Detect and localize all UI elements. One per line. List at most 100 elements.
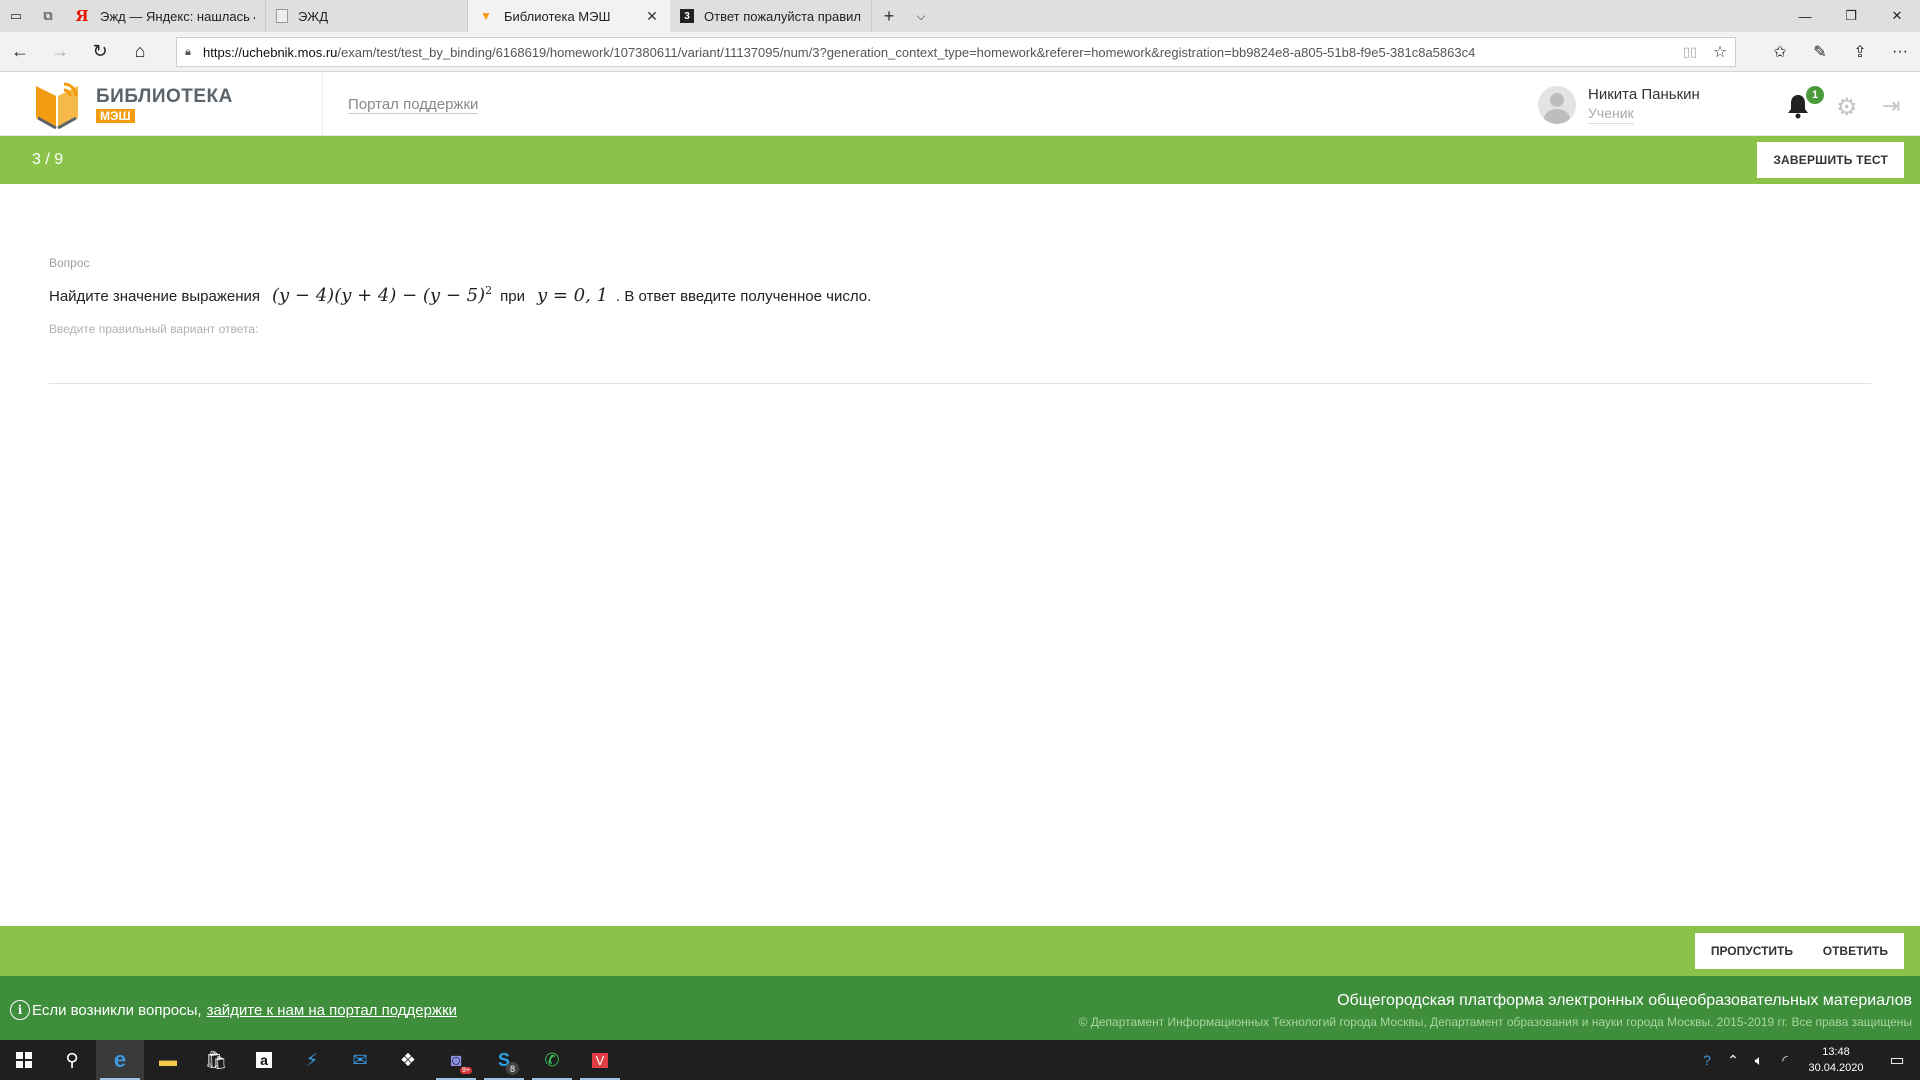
- amazon-icon[interactable]: a: [240, 1040, 288, 1080]
- question-block: Вопрос Найдите значение выражения (y − 4…: [49, 256, 1871, 336]
- discord-badge: 9+: [460, 1067, 472, 1074]
- question-label: Вопрос: [49, 256, 90, 270]
- user-role: Ученик: [1588, 105, 1634, 124]
- user-name: Никита Панькин: [1588, 85, 1700, 103]
- minimize-icon[interactable]: —: [1782, 0, 1828, 32]
- skype-icon[interactable]: S 8: [480, 1040, 528, 1080]
- tab-title: ЭЖД: [298, 8, 328, 24]
- question-text: Найдите значение выражения (y − 4)(y + 4…: [49, 284, 1871, 306]
- dropbox-icon[interactable]: ❖: [384, 1040, 432, 1080]
- clock-date: 30.04.2020: [1808, 1062, 1864, 1074]
- tab-library-mesh[interactable]: ▼ Библиотека МЭШ ✕: [468, 0, 670, 32]
- math-expression: (y − 4)(y + 4) − (y − 5)2: [272, 284, 492, 306]
- more-icon[interactable]: ···: [1880, 32, 1920, 72]
- wifi-icon[interactable]: ◜: [1772, 1052, 1798, 1069]
- support-portal-link[interactable]: Портал поддержки: [348, 97, 479, 114]
- file-explorer-icon[interactable]: ▬: [144, 1040, 192, 1080]
- logo-book-icon: [36, 82, 78, 130]
- user-profile[interactable]: Никита Панькин Ученик: [1538, 85, 1700, 125]
- lock-icon: 🔒︎: [185, 45, 191, 58]
- avatar: [1538, 86, 1576, 124]
- question-text-middle: при: [500, 288, 525, 305]
- answer-hint: Введите правильный вариант ответа:: [49, 322, 259, 336]
- store-icon[interactable]: 🛍︎: [192, 1040, 240, 1080]
- browser-toolbar-right: ✩ ✎ ⇪ ···: [1760, 32, 1920, 72]
- pen-icon[interactable]: ✎: [1800, 32, 1840, 72]
- discord-icon[interactable]: ◙ 9+: [432, 1040, 480, 1080]
- visual-studio-icon[interactable]: ⚡︎: [288, 1040, 336, 1080]
- user-info: Никита Панькин Ученик: [1588, 86, 1700, 125]
- tab-znanija[interactable]: 3 Ответ пожалуйста правиль: [670, 0, 872, 32]
- tab-yandex[interactable]: Я Эжд — Яндекс: нашлась 44: [64, 0, 266, 32]
- znanija-icon: 3: [680, 9, 694, 23]
- forward-icon[interactable]: →: [40, 32, 80, 72]
- footer-title: Общегородская платформа электронных обще…: [1337, 992, 1912, 1009]
- reading-view-icon[interactable]: ▯▯: [1675, 44, 1705, 60]
- system-tray: ? ⌃ 🔈︎ ◜ 13:48 30.04.2020 ▭: [1694, 1040, 1920, 1080]
- logo[interactable]: БИБЛИОТЕКА МЭШ: [30, 81, 320, 130]
- question-text-before: Найдите значение выражения: [49, 288, 260, 305]
- restore-icon[interactable]: ❐: [1828, 0, 1874, 32]
- test-progress-bar: 3 / 9 ЗАВЕРШИТЬ ТЕСТ: [0, 136, 1920, 184]
- close-window-icon[interactable]: ✕: [1874, 0, 1920, 32]
- expression-exponent: 2: [485, 284, 493, 297]
- skype-badge: 8: [506, 1062, 519, 1075]
- help-icon[interactable]: ?: [1694, 1052, 1720, 1068]
- question-counter: 3 / 9: [32, 151, 64, 168]
- set-aside-tabs-icon[interactable]: ⧉: [32, 0, 64, 32]
- logout-icon[interactable]: ⇥: [1882, 93, 1900, 119]
- address-bar[interactable]: 🔒︎ https://uchebnik.mos.ru/exam/test/tes…: [176, 37, 1736, 67]
- favorites-icon[interactable]: ✩: [1760, 32, 1800, 72]
- info-icon: i: [10, 1000, 30, 1020]
- book-icon: ▼: [480, 9, 492, 23]
- finish-test-button[interactable]: ЗАВЕРШИТЬ ТЕСТ: [1757, 142, 1904, 178]
- browser-tab-strip: ▭ ⧉ Я Эжд — Яндекс: нашлась 44 ЭЖД ▼ Биб…: [0, 0, 1920, 32]
- url-text[interactable]: https://uchebnik.mos.ru/exam/test/test_b…: [203, 45, 1675, 60]
- notification-badge: 1: [1804, 84, 1826, 106]
- share-icon[interactable]: ⇪: [1840, 32, 1880, 72]
- home-icon[interactable]: ⌂: [120, 32, 160, 72]
- chevron-down-icon[interactable]: ⌵: [906, 0, 936, 32]
- tray-chevron-up-icon[interactable]: ⌃: [1720, 1052, 1746, 1069]
- gear-icon[interactable]: ⚙: [1836, 93, 1858, 122]
- footer: i Если возникли вопросы, зайдите к нам н…: [0, 976, 1920, 1040]
- tab-title: Библиотека МЭШ: [504, 8, 611, 24]
- whatsapp-icon[interactable]: ✆: [528, 1040, 576, 1080]
- footer-help-prefix: Если возникли вопросы,: [32, 1001, 202, 1019]
- logo-main: БИБЛИОТЕКА: [96, 85, 233, 107]
- windows-start-icon[interactable]: [0, 1040, 48, 1080]
- edge-browser-icon[interactable]: e: [96, 1040, 144, 1080]
- favorite-star-icon[interactable]: ☆: [1705, 42, 1735, 62]
- refresh-icon[interactable]: ↻: [80, 32, 120, 72]
- windows-taskbar: ⚲ e ▬ 🛍︎ a ⚡︎ ✉ ❖ ◙ 9+ S 8 ✆ V ? ⌃ 🔈︎ ◜ …: [0, 1040, 1920, 1080]
- skip-button[interactable]: ПРОПУСТИТЬ: [1694, 933, 1809, 969]
- yandex-icon: Я: [75, 7, 89, 25]
- answer-button[interactable]: ОТВЕТИТЬ: [1806, 933, 1904, 969]
- volume-icon[interactable]: 🔈︎: [1746, 1052, 1772, 1069]
- url-path: /exam/test/test_by_binding/6168619/homew…: [337, 44, 1476, 60]
- answer-underline: [49, 383, 1871, 384]
- footer-help: i Если возникли вопросы, зайдите к нам н…: [10, 1000, 457, 1020]
- url-domain: https://uchebnik.mos.ru: [203, 44, 338, 60]
- back-icon[interactable]: ←: [0, 32, 40, 72]
- header-divider: [322, 73, 323, 136]
- new-tab-icon[interactable]: +: [872, 0, 906, 32]
- footer-support-link[interactable]: зайдите к нам на портал поддержки: [207, 1002, 457, 1019]
- document-icon: [276, 9, 288, 23]
- math-condition: y = 0, 1: [537, 285, 608, 306]
- browser-nav-bar: ← → ↻ ⌂ 🔒︎ https://uchebnik.mos.ru/exam/…: [0, 32, 1920, 72]
- action-center-icon[interactable]: ▭: [1874, 1050, 1920, 1070]
- clock[interactable]: 13:48 30.04.2020: [1798, 1044, 1874, 1076]
- tab-manager-icon[interactable]: ▭: [0, 0, 32, 32]
- search-icon[interactable]: ⚲: [48, 1040, 96, 1080]
- site-header: БИБЛИОТЕКА МЭШ Портал поддержки Никита П…: [0, 73, 1920, 136]
- answer-input[interactable]: [49, 340, 1871, 380]
- vivaldi-icon[interactable]: V: [576, 1040, 624, 1080]
- close-tab-icon[interactable]: ✕: [644, 8, 660, 25]
- footer-copyright: © Департамент Информационных Технологий …: [1078, 1015, 1912, 1029]
- logo-sub: МЭШ: [96, 108, 135, 123]
- question-text-after: . В ответ введите полученное число.: [616, 288, 872, 305]
- tab-ezhd[interactable]: ЭЖД: [266, 0, 468, 32]
- window-controls: — ❐ ✕: [1782, 0, 1920, 32]
- mail-icon[interactable]: ✉: [336, 1040, 384, 1080]
